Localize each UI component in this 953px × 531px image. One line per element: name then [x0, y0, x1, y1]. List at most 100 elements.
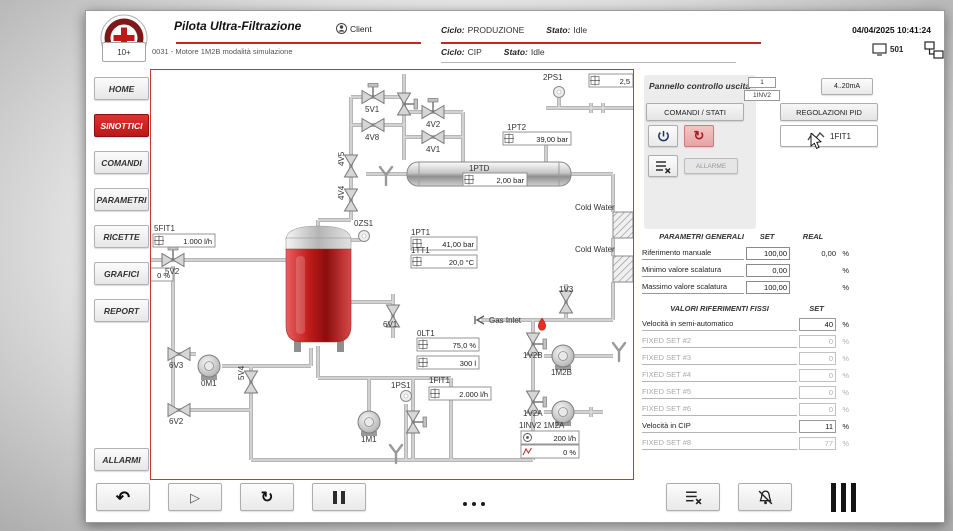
equipment-tag: Cold Water: [575, 203, 615, 212]
more-options-icon: [463, 502, 467, 506]
param-label: FIXED SET #6: [642, 403, 797, 416]
valve-symbol[interactable]: [245, 371, 258, 393]
equipment-tag: 1FIT1: [429, 376, 450, 385]
cycle-label: Ciclo:: [441, 25, 465, 35]
sidebar-item-report[interactable]: REPORT: [94, 299, 149, 322]
sidebar-item-allarmi[interactable]: ALLARMI: [94, 448, 149, 471]
menu-bars-button[interactable]: [828, 483, 858, 517]
ack-alarms-button[interactable]: [666, 483, 720, 511]
instrument-readout[interactable]: 2.000 l/h: [429, 387, 491, 400]
valve-symbol[interactable]: [162, 247, 184, 267]
pause-icon: [333, 491, 337, 504]
equipment-tag: 5V2: [165, 267, 180, 276]
param-unit: %: [836, 422, 849, 431]
alarm-count-badge[interactable]: 10+: [102, 42, 146, 62]
heat-exchanger: [613, 256, 633, 282]
more-pages-button[interactable]: [454, 493, 494, 511]
cycle-underline: [441, 42, 761, 44]
pump-symbol[interactable]: [552, 345, 574, 370]
instrument-readout[interactable]: 39,00 bar: [503, 132, 571, 145]
sensor-symbol[interactable]: [554, 87, 565, 98]
instrument-readout[interactable]: 1.000 l/h: [153, 234, 215, 247]
network-icon[interactable]: [924, 41, 944, 60]
fixed-setpoints-title: VALORI RIFERIMENTI FISSI: [642, 304, 797, 313]
valve-symbol[interactable]: [345, 155, 358, 177]
valve-symbol[interactable]: [362, 119, 384, 132]
instrument-readout[interactable]: 2,00 bar: [463, 173, 527, 186]
param-set-input[interactable]: 0,00: [746, 264, 790, 277]
equipment-tag: Cold Water: [575, 245, 615, 254]
param-unit: %: [836, 337, 849, 346]
output-selector-primary[interactable]: 1: [748, 77, 776, 88]
instrument-readout[interactable]: 75,0 %: [417, 338, 479, 351]
sensor-symbol[interactable]: [359, 231, 370, 242]
regolazioni-pid-button[interactable]: REGOLAZIONI PID: [780, 103, 878, 121]
param-row: FIXED SET #40%: [642, 367, 942, 384]
equipment-tag: 1PTD: [469, 164, 490, 173]
pause-button[interactable]: [312, 483, 366, 511]
param-set-input[interactable]: 11: [799, 420, 836, 433]
pump-symbol[interactable]: [198, 355, 220, 380]
param-unit: %: [836, 439, 849, 448]
instrument-readout[interactable]: 20,0 °C: [411, 255, 477, 268]
param-row: Velocità in CIP11%: [642, 418, 942, 435]
cycle-button[interactable]: ↻: [240, 483, 294, 511]
sidebar-item-sinottici[interactable]: SINOTTICI: [94, 114, 149, 137]
param-label: FIXED SET #8: [642, 437, 797, 450]
param-set-input[interactable]: 0: [799, 386, 836, 399]
equipment-tag: 4V8: [365, 133, 380, 142]
signal-range-button[interactable]: 4..20mA: [821, 78, 873, 95]
sidebar-item-grafici[interactable]: GRAFICI: [94, 262, 149, 285]
instrument-readout[interactable]: 300 l: [417, 356, 479, 369]
equipment-tag: 4V5: [337, 151, 346, 166]
valve-symbol[interactable]: [345, 189, 358, 211]
valve-symbol[interactable]: [422, 99, 444, 119]
svg-text:1.000 l/h: 1.000 l/h: [183, 237, 212, 246]
play-button[interactable]: ▷: [168, 483, 222, 511]
valve-symbol[interactable]: [362, 84, 384, 104]
tank[interactable]: [286, 226, 351, 352]
param-set-input[interactable]: 100,00: [746, 281, 790, 294]
instrument-readout[interactable]: 200 l/h: [521, 431, 579, 444]
param-set-input[interactable]: 100,00: [746, 247, 790, 260]
valve-symbol[interactable]: [168, 348, 190, 361]
param-row: FIXED SET #30%: [642, 350, 942, 367]
allarme-button[interactable]: ALLARME: [684, 158, 738, 174]
param-label: FIXED SET #3: [642, 352, 797, 365]
param-set-input[interactable]: 77: [799, 437, 836, 450]
back-button[interactable]: ↶: [96, 483, 150, 511]
valve-symbol[interactable]: [168, 404, 190, 417]
param-set-input[interactable]: 0: [799, 369, 836, 382]
comandi-stati-button[interactable]: COMANDI / STATI: [646, 103, 744, 121]
valve-symbol[interactable]: [422, 131, 444, 144]
client-label: Client: [350, 24, 372, 34]
output-selector-secondary[interactable]: 1INV2: [744, 90, 780, 101]
instrument-readout[interactable]: 2,5: [589, 74, 633, 87]
reset-button[interactable]: ↻: [684, 125, 714, 147]
client-button[interactable]: Client: [336, 23, 372, 34]
param-set-input[interactable]: 0: [799, 403, 836, 416]
sidebar-item-home[interactable]: HOME: [94, 77, 149, 100]
sidebar-item-parametri[interactable]: PARAMETRI: [94, 188, 149, 211]
equipment-tag: 1TT1: [411, 246, 430, 255]
set-header: SET: [744, 232, 790, 241]
valve-symbol[interactable]: [407, 411, 427, 433]
pid-loop-button[interactable]: 1FIT1: [780, 125, 878, 147]
bell-slash-icon: [757, 489, 774, 506]
param-row: Massimo valore scalatura100,00%: [642, 279, 942, 296]
valve-symbol[interactable]: [560, 291, 573, 313]
svg-text:41,00 bar: 41,00 bar: [442, 240, 474, 249]
title-underline: [176, 42, 421, 44]
sidebar-item-ricette[interactable]: RICETTE: [94, 225, 149, 248]
power-button[interactable]: [648, 125, 678, 147]
sensor-symbol[interactable]: [401, 391, 412, 402]
instrument-readout[interactable]: 0 %: [521, 445, 579, 458]
equipment-tag: 4V2: [426, 120, 441, 129]
param-set-input[interactable]: 0: [799, 352, 836, 365]
sidebar-item-comandi[interactable]: COMANDI: [94, 151, 149, 174]
silence-alarm-button[interactable]: [738, 483, 792, 511]
param-set-input[interactable]: 0: [799, 335, 836, 348]
pump-symbol[interactable]: [358, 411, 380, 436]
ack-output-button[interactable]: [648, 155, 678, 177]
param-set-input[interactable]: 40: [799, 318, 836, 331]
